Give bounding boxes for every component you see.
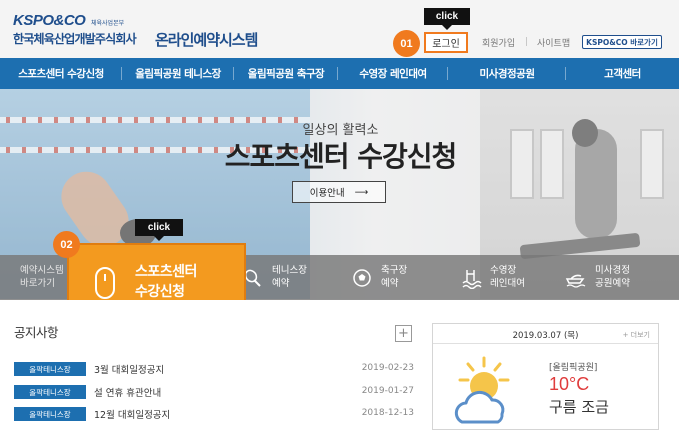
util-divider <box>526 37 527 46</box>
guide-button-label: 이용안내 <box>309 188 345 199</box>
join-link[interactable]: 회원가입 <box>482 36 515 49</box>
notice-row[interactable]: 올팍테니스장 12월 대회일정공지 2018-12-13 <box>14 407 414 422</box>
login-link[interactable]: 로그인 <box>424 32 468 53</box>
quick-item-label: 미사경정 <box>595 265 630 277</box>
quick-item-label: 예약 <box>381 277 399 289</box>
boat-icon <box>565 267 587 289</box>
weather-widget: 2019.03.07 (목) + 더보기 [올림픽공원] 10°C 구름 조금 <box>432 323 659 430</box>
quick-menu-title: 예약시스템 바로가기 <box>20 255 64 300</box>
notice-category-tag: 올팍테니스장 <box>14 407 86 421</box>
click-annotation-2: click <box>135 219 183 241</box>
weather-more-link[interactable]: + 더보기 <box>623 330 650 340</box>
step-badge-1: 01 <box>393 30 420 57</box>
quick-menu-title-line1: 예약시스템 <box>20 265 64 277</box>
mouse-icon <box>95 267 115 299</box>
notice-title-link[interactable]: 12월 대회일정공지 <box>94 407 170 421</box>
quick-item-soccer[interactable]: 축구장 예약 <box>351 255 407 300</box>
notice-row[interactable]: 올팍테니스장 설 연휴 휴관안내 2019-01-27 <box>14 385 414 400</box>
nav-item-swimming-lane[interactable]: 수영장 레인대여 <box>338 58 448 89</box>
nav-item-soccer[interactable]: 올림픽공원 축구장 <box>234 58 338 89</box>
nav-item-sports-center[interactable]: 스포츠센터 수강신청 <box>0 58 122 89</box>
site-header: KSPO&CO 체육사업본부 한국체육산업개발주식회사 온라인예약시스템 로그인… <box>0 0 679 58</box>
swimming-icon <box>460 267 482 289</box>
weather-header: 2019.03.07 (목) + 더보기 <box>433 324 658 344</box>
hero-title: 스포츠센터 수강신청 <box>224 140 458 173</box>
logo-subtext: 체육사업본부 <box>91 20 125 27</box>
notice-title-link[interactable]: 설 연휴 휴관안내 <box>94 385 161 399</box>
notice-category-tag: 올팍테니스장 <box>14 385 86 399</box>
kspo-shortcut-button[interactable]: KSPO&CO 바로가기 <box>582 35 662 49</box>
notice-row[interactable]: 올팍테니스장 3월 대회일정공지 2019-02-23 <box>14 362 414 377</box>
arrow-right-icon: ⟶ <box>354 186 369 198</box>
notice-date: 2018-12-13 <box>361 408 414 418</box>
quick-item-label: 축구장 <box>381 265 408 277</box>
nav-item-misa-park[interactable]: 미사경정공원 <box>448 58 566 89</box>
system-title: 온라인예약시스템 <box>155 31 258 49</box>
weather-temperature: 10°C <box>549 374 590 394</box>
nav-item-tennis[interactable]: 올림픽공원 테니스장 <box>122 58 234 89</box>
quick-menu-title-line2: 바로가기 <box>20 277 55 289</box>
quick-item-label: 예약 <box>272 277 290 289</box>
quick-item-swimming[interactable]: 수영장 레인대여 <box>460 255 525 300</box>
quick-item-label: 레인대여 <box>490 277 525 289</box>
notice-date: 2019-01-27 <box>361 386 414 396</box>
notice-more-button[interactable]: + <box>395 325 412 342</box>
quick-item-tennis[interactable]: 테니스장 예약 <box>242 255 307 300</box>
weather-description: 구름 조금 <box>549 398 609 416</box>
sitemap-link[interactable]: 사이트맵 <box>537 36 570 49</box>
site-logo[interactable]: KSPO&CO 체육사업본부 한국체육산업개발주식회사 <box>13 12 137 47</box>
notice-title-link[interactable]: 3월 대회일정공지 <box>94 362 164 376</box>
highlight-line1: 스포츠센터 <box>135 264 197 280</box>
notice-date: 2019-02-23 <box>361 363 414 373</box>
nav-item-customer-center[interactable]: 고객센터 <box>566 58 679 89</box>
quick-item-sports-center-label: 스포츠센터 수강신청 <box>135 262 197 303</box>
quick-item-label: 테니스장 <box>272 265 307 277</box>
notice-category-tag: 올팍테니스장 <box>14 362 86 376</box>
company-name: 한국체육산업개발주식회사 <box>13 32 137 46</box>
partly-cloudy-icon <box>448 354 518 429</box>
soccer-ball-icon <box>351 267 373 289</box>
main-nav: 스포츠센터 수강신청 올림픽공원 테니스장 올림픽공원 축구장 수영장 레인대여… <box>0 58 679 89</box>
click-annotation-1: click <box>424 8 470 30</box>
weather-location: [올림픽공원] <box>549 363 598 373</box>
quick-item-label: 수영장 <box>490 265 517 277</box>
guide-button[interactable]: 이용안내 ⟶ <box>292 181 386 203</box>
quick-item-label: 공원예약 <box>595 277 630 289</box>
step-badge-2: 02 <box>53 231 80 258</box>
quick-item-boat[interactable]: 미사경정 공원예약 <box>565 255 630 300</box>
main-content: 공지사항 + 올팍테니스장 3월 대회일정공지 2019-02-23 올팍테니스… <box>0 300 679 430</box>
notice-title: 공지사항 <box>14 325 59 340</box>
